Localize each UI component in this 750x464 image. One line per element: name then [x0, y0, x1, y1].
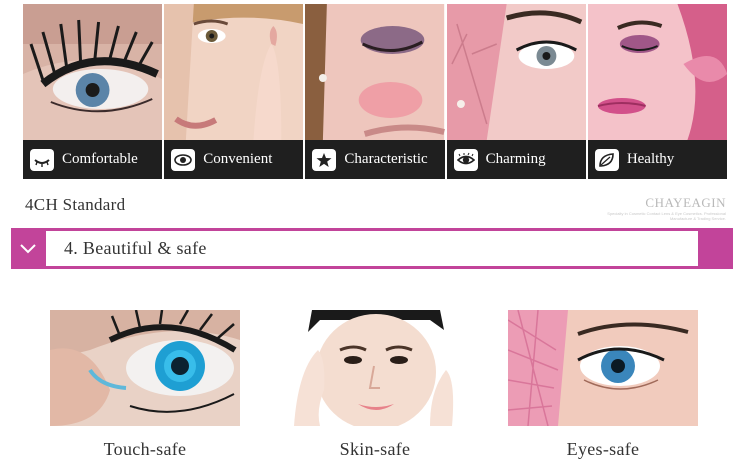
- feature-strip: Comfortable Convenient Characteristic Ch…: [23, 4, 728, 179]
- feature-label: Convenient: [203, 151, 273, 167]
- feature-photo-lashes: [23, 4, 163, 140]
- safety-photo-skin: [280, 310, 470, 426]
- eye-closed-icon: [30, 148, 54, 171]
- feature-photo-pink-eye: [446, 4, 586, 140]
- brand-tagline: Specialty in Cosmetic Contact Lens & Eye…: [607, 211, 726, 221]
- eye-open-icon: [453, 148, 478, 171]
- safety-card-eyes: Eyes-safe: [508, 310, 698, 460]
- safety-photo-touch: [50, 310, 240, 426]
- star-icon: [312, 148, 337, 171]
- safety-photo-eyes: [508, 310, 698, 426]
- section-header: 4. Beautiful & safe: [11, 228, 733, 269]
- standard-title: 4CH Standard: [25, 195, 126, 214]
- brand-watermark: CHAYEAGIN Specialty in Cosmetic Contact …: [596, 195, 726, 221]
- safety-label: Touch-safe: [103, 439, 187, 459]
- feature-healthy: Healthy: [587, 4, 728, 179]
- safety-label: Eyes-safe: [566, 439, 640, 459]
- feature-label: Charming: [485, 151, 546, 167]
- feature-photo-pink-lips: [587, 4, 728, 140]
- chevron-down-icon: [11, 228, 44, 269]
- brand-name: CHAYEAGIN: [645, 195, 726, 210]
- feature-label: Characteristic: [344, 151, 428, 167]
- eye-camera-icon: [171, 148, 196, 171]
- feature-photo-face-touch: [164, 4, 304, 140]
- feature-photo-purple-eyeshadow: [305, 4, 445, 140]
- safety-label: Skin-safe: [339, 439, 411, 459]
- safety-card-skin: Skin-safe: [280, 310, 470, 460]
- safety-card-touch: Touch-safe: [50, 310, 240, 460]
- feature-comfortable: Comfortable: [23, 4, 163, 179]
- feature-label: Healthy: [626, 151, 675, 167]
- feature-convenient: Convenient: [164, 4, 304, 179]
- feature-label: Comfortable: [62, 151, 138, 167]
- feature-characteristic: Characteristic: [305, 4, 445, 179]
- feature-charming: Charming: [446, 4, 586, 179]
- leaf-icon: [594, 148, 619, 171]
- section-title: 4. Beautiful & safe: [46, 231, 698, 266]
